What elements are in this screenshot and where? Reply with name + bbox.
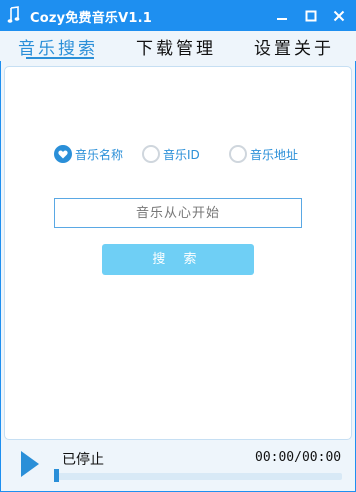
radio-label: 音乐地址: [250, 147, 299, 162]
maximize-icon: [305, 10, 317, 21]
radio-music-name[interactable]: 音乐名称: [54, 144, 123, 164]
search-input[interactable]: [54, 198, 302, 228]
tab-music-search[interactable]: 音乐搜索: [18, 34, 98, 59]
close-button[interactable]: [324, 0, 354, 31]
tab-settings-about[interactable]: 设置关于: [254, 34, 334, 59]
radio-circle-icon: [229, 145, 247, 163]
radio-music-id[interactable]: 音乐ID: [142, 144, 200, 164]
tab-bar: 音乐搜索 下载管理 设置关于: [0, 31, 356, 61]
progress-handle[interactable]: [54, 469, 59, 482]
radio-heart-icon: [54, 145, 72, 163]
tab-download-manager[interactable]: 下载管理: [136, 34, 216, 59]
search-button[interactable]: 搜 索: [102, 244, 254, 275]
close-icon: [333, 10, 345, 21]
player-bar: 已停止 00:00/00:00: [0, 440, 356, 492]
music-note-icon: [7, 6, 20, 23]
title-bar[interactable]: Cozy免费音乐V1.1: [0, 0, 356, 31]
maximize-button[interactable]: [296, 0, 326, 31]
minimize-icon: [277, 17, 287, 20]
playback-time: 00:00/00:00: [255, 450, 342, 465]
window-title: Cozy免费音乐V1.1: [30, 11, 153, 26]
radio-label: 音乐ID: [163, 147, 200, 162]
active-tab-indicator: [26, 57, 94, 59]
radio-label: 音乐名称: [75, 147, 124, 162]
radio-circle-icon: [142, 145, 160, 163]
play-icon[interactable]: [20, 450, 40, 478]
radio-music-url[interactable]: 音乐地址: [229, 144, 298, 164]
playback-status: 已停止: [62, 452, 104, 468]
minimize-button[interactable]: [267, 0, 297, 31]
progress-bar[interactable]: [54, 473, 342, 480]
